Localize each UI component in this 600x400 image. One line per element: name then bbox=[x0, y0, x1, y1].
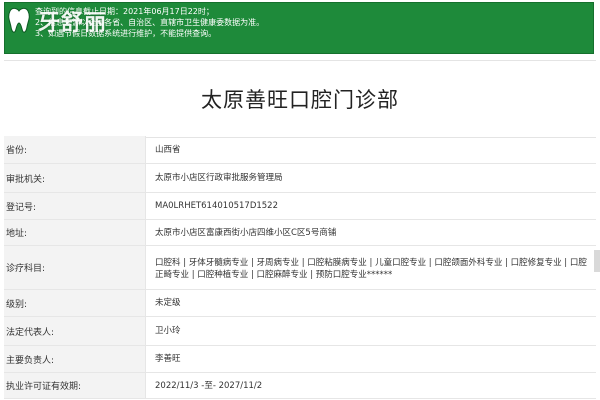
row-value: 口腔科 | 牙体牙髓病专业 | 牙周病专业 | 口腔粘膜病专业 | 儿童口腔专业… bbox=[155, 257, 587, 280]
page-root: 查询到的信息截止日期：2021年06月17日22时； 2、信息来源以全国各省、自… bbox=[0, 0, 600, 400]
table-row: 地址: 太原市小店区富康西街小店四维小区C区5号商铺 bbox=[4, 220, 596, 246]
row-label: 诊疗科目: bbox=[4, 246, 146, 289]
logo: 牙舒丽 bbox=[6, 3, 156, 39]
table-row: 审批机关: 太原市小店区行政审批服务管理局 bbox=[4, 164, 596, 193]
row-label: 执业许可证有效期: bbox=[4, 373, 146, 398]
row-label: 主要负责人: bbox=[4, 346, 146, 372]
table-row: 执业许可证有效期: 2022/11/3 -至- 2027/11/2 bbox=[4, 373, 596, 399]
row-value: 卫小玲 bbox=[155, 326, 181, 336]
table-row: 省份: 山西省 bbox=[4, 136, 596, 164]
row-value: 李善旺 bbox=[155, 354, 181, 364]
row-label: 省份: bbox=[4, 136, 146, 163]
row-value: 太原市小店区行政审批服务管理局 bbox=[155, 173, 283, 183]
row-label: 法定代表人: bbox=[4, 317, 146, 345]
table-row: 诊疗科目: 口腔科 | 牙体牙髓病专业 | 牙周病专业 | 口腔粘膜病专业 | … bbox=[4, 246, 596, 290]
row-value: 未定级 bbox=[155, 298, 181, 308]
page-title: 太原善旺口腔门诊部 bbox=[201, 88, 399, 112]
table-row: 法定代表人: 卫小玲 bbox=[4, 317, 596, 346]
table-row: 级别: 未定级 bbox=[4, 290, 596, 317]
scrollbar-thumb[interactable] bbox=[594, 250, 600, 272]
logo-text: 牙舒丽 bbox=[38, 10, 108, 36]
row-label: 级别: bbox=[4, 290, 146, 316]
table-row: 主要负责人: 李善旺 bbox=[4, 346, 596, 373]
row-value: MA0LRHET614010517D1522 bbox=[155, 201, 279, 211]
table-row: 登记号: MA0LRHET614010517D1522 bbox=[4, 193, 596, 220]
title-bar: 太原善旺口腔门诊部 bbox=[4, 60, 596, 138]
row-label: 审批机关: bbox=[4, 164, 146, 192]
row-value: 太原市小店区富康西街小店四维小区C区5号商铺 bbox=[155, 227, 337, 238]
info-table: 省份: 山西省 审批机关: 太原市小店区行政审批服务管理局 登记号: MA0LR… bbox=[4, 136, 596, 399]
row-label: 登记号: bbox=[4, 193, 146, 219]
row-value: 山西省 bbox=[155, 144, 181, 155]
row-value: 2022/11/3 -至- 2027/11/2 bbox=[155, 380, 263, 391]
row-label: 地址: bbox=[4, 220, 146, 245]
tooth-icon bbox=[8, 7, 30, 33]
